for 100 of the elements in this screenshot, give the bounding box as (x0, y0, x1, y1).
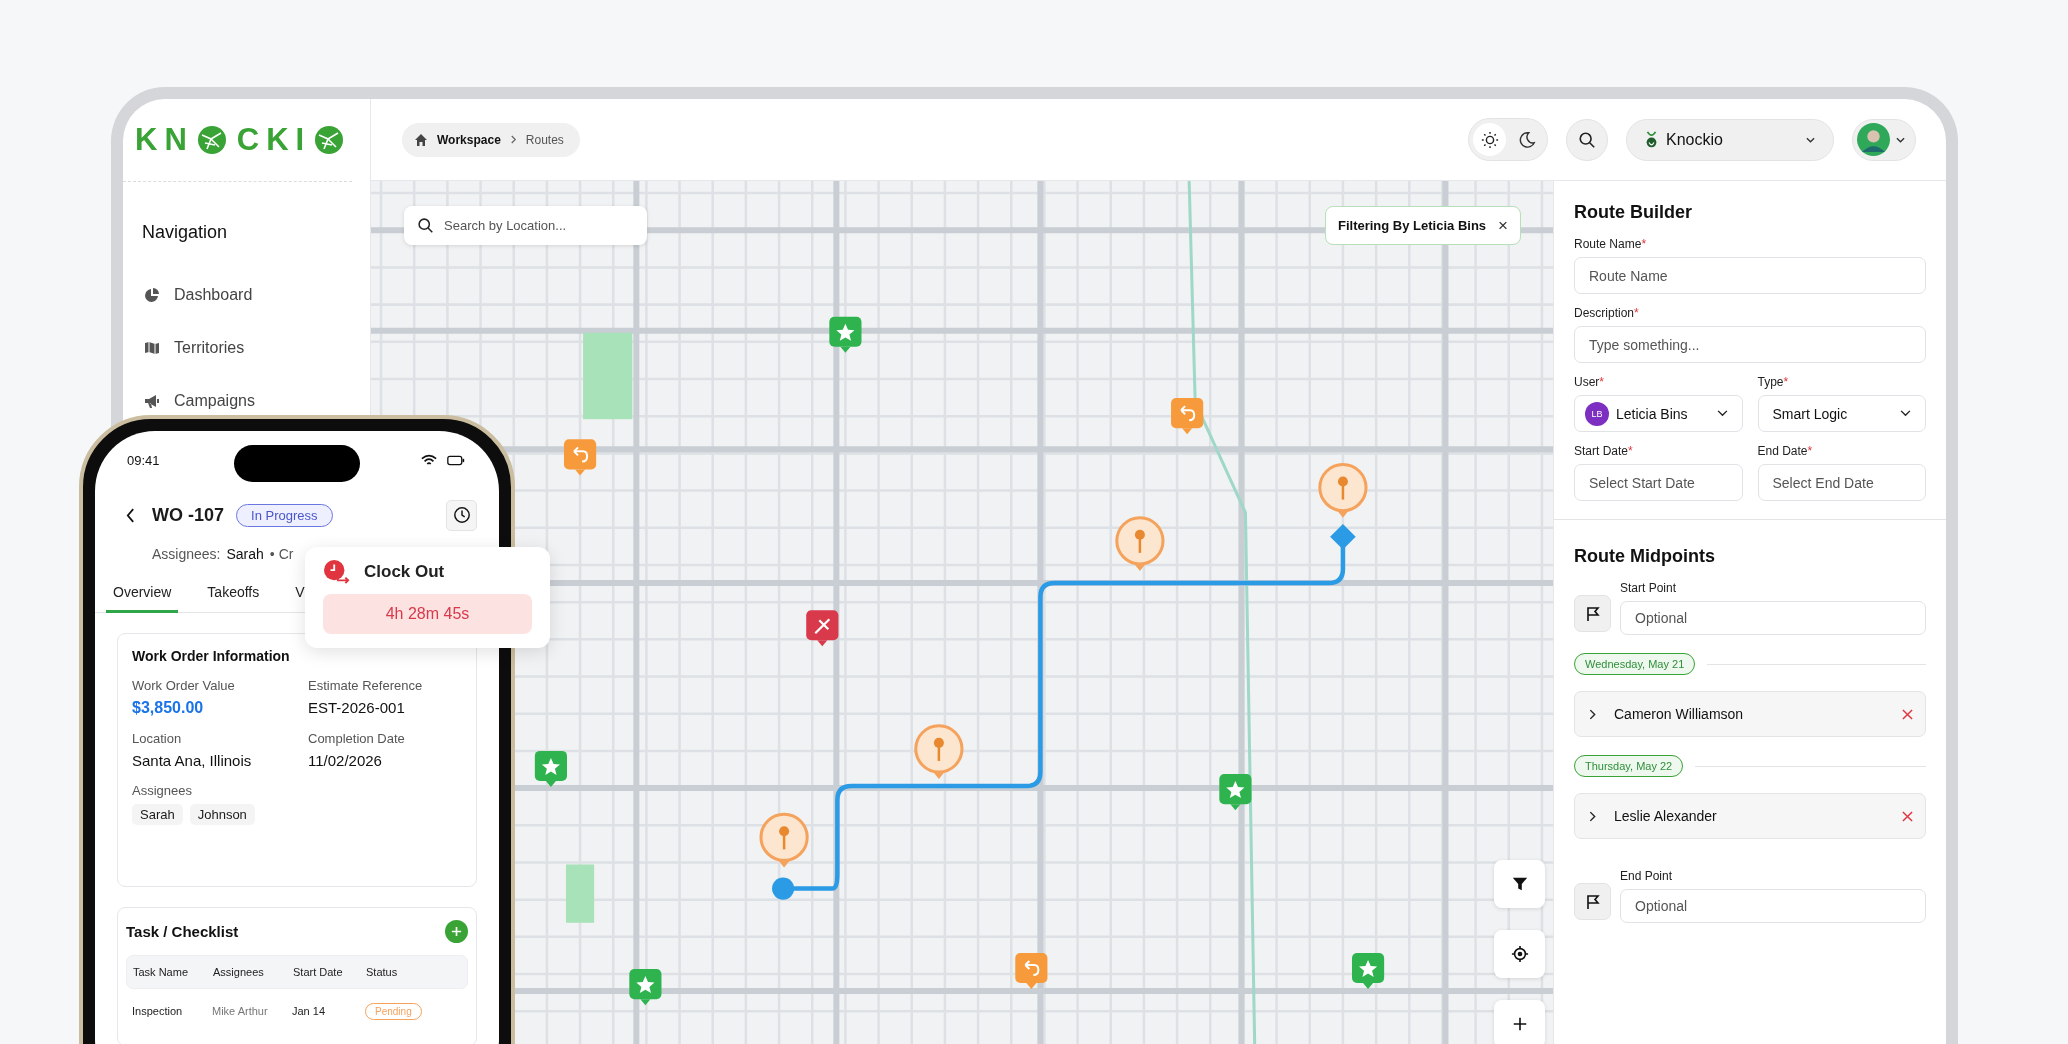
workspace-dropdown[interactable]: Knockio (1626, 118, 1834, 161)
table-cell-text: Mike Arthur (212, 1005, 269, 1017)
alert-marker-icon[interactable] (806, 610, 839, 647)
field-label: Work Order Value (132, 678, 236, 693)
star-marker-icon[interactable] (629, 969, 662, 1006)
field-label: Location (132, 731, 183, 746)
map-pin-icon[interactable] (1115, 516, 1165, 571)
wifi-icon (421, 453, 437, 467)
clear-filter-button[interactable]: × (1498, 215, 1508, 236)
assignee-tag: Johnson (189, 804, 255, 825)
map-pin-icon[interactable] (914, 724, 964, 780)
field-label: End Date* (1757, 444, 1814, 458)
map-pin-icon[interactable] (1318, 462, 1368, 518)
table-cell-text: Inspection (132, 1005, 184, 1017)
breadcrumb-link[interactable]: Routes (525, 132, 564, 147)
column-header: Status (366, 966, 399, 978)
type-select[interactable]: Smart Logic (1757, 395, 1926, 432)
field-label: Route Name* (1574, 237, 1648, 251)
tab[interactable]: Overview (106, 584, 179, 613)
remove-icon[interactable] (1902, 810, 1913, 822)
card-title: Work Order Information (132, 648, 291, 664)
star-marker-icon[interactable] (829, 316, 862, 353)
search-button[interactable] (1566, 118, 1608, 161)
assignees-label: Assignees: (152, 546, 221, 562)
chevron-down-icon (1900, 410, 1911, 417)
input-field[interactable]: Route Name (1574, 257, 1926, 294)
sidebar-item[interactable]: Territories (144, 336, 245, 360)
date-tag: Thursday, May 22 (1574, 755, 1684, 777)
field-label: Start Date* (1574, 444, 1634, 458)
return-marker-icon[interactable] (1015, 952, 1048, 990)
logo-text: KN (135, 122, 194, 158)
sidebar-item[interactable]: Dashboard (144, 283, 253, 307)
input-field[interactable]: Optional (1620, 601, 1926, 635)
battery-icon (447, 454, 465, 466)
filter-label: Filtering By Leticia Bins (1337, 218, 1487, 233)
map-icon (144, 340, 160, 356)
profile-menu[interactable] (1852, 118, 1916, 161)
table-cell-text: Jan 14 (292, 1005, 327, 1017)
home-icon (414, 132, 428, 147)
field-label: Type* (1757, 375, 1790, 389)
stop-name: Leslie Alexander (1614, 808, 1718, 824)
globe-icon (314, 125, 345, 155)
clock-button[interactable] (446, 499, 477, 531)
globe-icon (196, 125, 227, 155)
timer-display: 4h 28m 45s (323, 594, 532, 634)
park-area (566, 864, 595, 923)
panel-title: Route Builder (1574, 202, 1693, 223)
search-icon (417, 217, 434, 234)
star-marker-icon[interactable] (1352, 952, 1385, 990)
tab[interactable]: Takeoffs (200, 584, 267, 613)
breadcrumb-link[interactable]: Workspace (437, 132, 501, 147)
map-pin-icon[interactable] (759, 812, 809, 868)
navigation-heading: Navigation (142, 222, 229, 243)
field-value: $3,850.00 (132, 699, 205, 717)
add-button[interactable] (445, 920, 468, 943)
return-marker-icon[interactable] (1171, 398, 1204, 435)
meta-text: • Cr (269, 546, 294, 562)
chevron-down-icon (1716, 410, 1728, 417)
stop-card[interactable]: Cameron Williamson (1574, 691, 1926, 737)
column-header: Assignees (213, 966, 265, 978)
star-marker-icon[interactable] (1219, 774, 1252, 811)
location-search-field[interactable]: Search by Location... (404, 206, 647, 245)
sidebar-item[interactable]: Campaigns (144, 389, 255, 413)
search-icon (1578, 130, 1596, 149)
pie-chart-icon (144, 287, 160, 303)
remove-icon[interactable] (1902, 708, 1913, 720)
chevron-right-icon (1589, 810, 1596, 822)
input-field[interactable]: Select End Date (1757, 464, 1926, 501)
input-field[interactable]: Optional (1620, 889, 1926, 923)
plus-icon (451, 926, 462, 937)
field-value: 11/02/2026 (308, 752, 383, 769)
stop-name: Cameron Williamson (1614, 706, 1745, 722)
input-field[interactable]: Type something... (1574, 326, 1926, 363)
assignees-value: Sarah (226, 546, 264, 562)
return-marker-icon[interactable] (564, 439, 597, 476)
caret-icon (1806, 136, 1815, 143)
locate-button[interactable] (1494, 929, 1545, 978)
crosshair-icon (1510, 944, 1529, 963)
field-label: Assignees (132, 783, 193, 798)
field-label: User* (1574, 375, 1605, 389)
theme-option[interactable] (1473, 123, 1506, 156)
avatar-icon (1857, 123, 1890, 156)
date-tag: Wednesday, May 21 (1574, 653, 1696, 675)
field-label: End Point (1620, 869, 1674, 883)
input-field[interactable]: Select Start Date (1574, 464, 1743, 501)
caret-icon (1896, 136, 1905, 143)
work-order-title: WO -107 (152, 504, 225, 526)
filter-button[interactable] (1494, 859, 1545, 908)
back-icon[interactable] (126, 507, 135, 523)
user-select[interactable]: LB Leticia Bins (1574, 395, 1743, 432)
stop-card[interactable]: Leslie Alexander (1574, 793, 1926, 839)
field-value: Santa Ana, Illinois (132, 752, 253, 769)
zoom-in-button[interactable] (1494, 999, 1545, 1044)
flag-icon (1574, 595, 1611, 632)
leaf-logo-icon (1645, 130, 1658, 149)
assignee-tag: Sarah (132, 804, 183, 825)
status-tag: In Progress (236, 503, 333, 527)
field-label: Completion Date (308, 731, 406, 746)
column-header: Task Name (133, 966, 190, 978)
star-marker-icon[interactable] (534, 750, 567, 788)
